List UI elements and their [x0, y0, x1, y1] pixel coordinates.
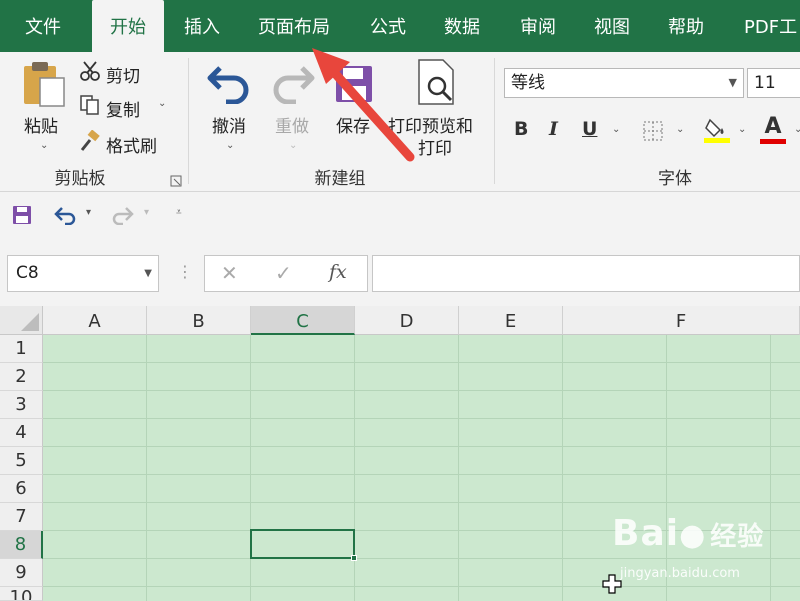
worksheet-grid: A B C D E F 1 2 3 4 5 6 7 8 9 10: [0, 306, 800, 601]
format-painter-icon[interactable]: [79, 129, 101, 156]
row-header[interactable]: 2: [0, 363, 43, 391]
font-color-glyph: A: [764, 114, 782, 139]
underline-dropdown-icon[interactable]: ⌄: [612, 124, 620, 135]
fill-handle[interactable]: [351, 555, 357, 561]
scissors-icon[interactable]: [79, 60, 101, 86]
undo-dropdown-icon[interactable]: ⌄: [226, 140, 234, 151]
insert-function-button[interactable]: fx: [329, 261, 347, 283]
row-header[interactable]: 1: [0, 335, 43, 363]
font-color-dropdown-icon[interactable]: ⌄: [794, 124, 800, 135]
column-header[interactable]: F: [563, 306, 800, 335]
undo-icon[interactable]: [54, 205, 78, 229]
tab-formulas[interactable]: 公式: [358, 0, 418, 52]
name-box[interactable]: C8 ▼: [7, 255, 159, 292]
column-header[interactable]: D: [355, 306, 459, 335]
font-name-value: 等线: [511, 73, 545, 93]
cut-label[interactable]: 剪切: [106, 62, 140, 87]
border-dropdown-icon[interactable]: ⌄: [676, 124, 684, 135]
vertical-dots-icon: ⋮: [177, 262, 193, 281]
row-header[interactable]: 8: [0, 531, 43, 559]
formula-input[interactable]: [372, 255, 800, 292]
redo-icon[interactable]: [270, 60, 316, 108]
row-header[interactable]: 7: [0, 503, 43, 531]
tab-review[interactable]: 审阅: [508, 0, 568, 52]
separator: [494, 58, 495, 184]
tab-home[interactable]: 开始: [92, 0, 164, 52]
watermark-logo: Bai● 经验: [612, 513, 764, 554]
ribbon: 粘贴 ⌄ 剪切 复制 ⌄ 格式刷 剪贴板 撤消 ⌄ 重做 ⌄ 保存 打印预览和 …: [0, 52, 800, 192]
redo-dropdown-icon[interactable]: ⌄: [289, 140, 297, 151]
tab-pdf-tools[interactable]: PDF工具: [732, 0, 800, 52]
font-name-box[interactable]: 等线 ▼: [504, 68, 744, 98]
enter-icon[interactable]: ✓: [275, 261, 292, 285]
font-group-label: 字体: [658, 169, 692, 189]
clipboard-group-label: 剪贴板: [54, 169, 106, 189]
border-icon[interactable]: [642, 120, 664, 146]
paste-icon[interactable]: [20, 60, 70, 114]
underline-button[interactable]: U: [582, 118, 597, 140]
quick-access-toolbar: ▾ ▾ ⩡: [0, 193, 800, 239]
font-size-value: 11: [754, 73, 776, 93]
paw-icon: ●: [679, 518, 707, 553]
tab-insert[interactable]: 插入: [172, 0, 232, 52]
column-header[interactable]: A: [43, 306, 147, 335]
cursor-icon: [602, 574, 622, 598]
name-box-value: C8: [16, 263, 39, 283]
tab-page-layout[interactable]: 页面布局: [246, 0, 342, 52]
chevron-down-icon[interactable]: ▼: [729, 69, 737, 97]
separator: [188, 58, 189, 184]
redo-label[interactable]: 重做: [275, 112, 309, 137]
font-size-box[interactable]: 11: [747, 68, 800, 98]
newgroup-group-label: 新建组: [314, 169, 366, 189]
active-cell[interactable]: [250, 529, 355, 559]
watermark-brand: Bai: [612, 513, 680, 554]
font-color-bar: [760, 139, 786, 144]
chevron-down-icon[interactable]: ▼: [144, 256, 152, 291]
redo-icon[interactable]: [110, 205, 134, 229]
copy-icon[interactable]: [79, 94, 101, 120]
row-header[interactable]: 9: [0, 559, 43, 587]
fill-color-dropdown-icon[interactable]: ⌄: [738, 124, 746, 135]
tab-data[interactable]: 数据: [432, 0, 492, 52]
copy-dropdown-icon[interactable]: ⌄: [158, 98, 166, 109]
watermark-brand2: 经验: [710, 522, 765, 552]
row-header[interactable]: 10: [0, 587, 43, 601]
print-preview-icon[interactable]: [415, 58, 459, 110]
italic-button[interactable]: I: [549, 118, 558, 140]
formula-bar: C8 ▼ ⋮ ✕ ✓ fx: [0, 240, 800, 306]
row-header[interactable]: 4: [0, 419, 43, 447]
tab-view[interactable]: 视图: [582, 0, 642, 52]
undo-icon[interactable]: [206, 60, 252, 108]
customize-qat-icon[interactable]: ⩡: [176, 207, 182, 218]
print-preview-label-line2[interactable]: 打印: [418, 134, 452, 159]
redo-dropdown-icon[interactable]: ▾: [144, 207, 149, 218]
save-icon[interactable]: [12, 205, 32, 229]
column-header[interactable]: C: [251, 306, 355, 335]
copy-label[interactable]: 复制: [106, 96, 140, 121]
tab-file[interactable]: 文件: [8, 0, 78, 52]
bold-button[interactable]: B: [514, 118, 528, 140]
paste-label[interactable]: 粘贴: [24, 112, 58, 137]
row-header[interactable]: 3: [0, 391, 43, 419]
tab-help[interactable]: 帮助: [656, 0, 716, 52]
column-header[interactable]: B: [147, 306, 251, 335]
undo-dropdown-icon[interactable]: ▾: [86, 207, 91, 218]
cancel-icon[interactable]: ✕: [221, 261, 238, 285]
save-icon[interactable]: [334, 64, 374, 108]
row-header[interactable]: 6: [0, 475, 43, 503]
undo-label[interactable]: 撤消: [212, 112, 246, 137]
select-all-button[interactable]: [0, 306, 43, 335]
dialog-launcher-icon[interactable]: [170, 172, 182, 191]
fill-color-icon[interactable]: [704, 116, 730, 148]
row-header[interactable]: 5: [0, 447, 43, 475]
column-header[interactable]: E: [459, 306, 563, 335]
save-label[interactable]: 保存: [336, 112, 370, 137]
menu-bar: 文件 开始 插入 页面布局 公式 数据 审阅 视图 帮助 PDF工具: [0, 0, 800, 52]
paste-dropdown-icon[interactable]: ⌄: [40, 140, 48, 151]
formula-controls: ✕ ✓ fx: [204, 255, 368, 292]
cell-area[interactable]: [43, 335, 800, 601]
format-painter-label[interactable]: 格式刷: [106, 132, 157, 157]
watermark-url: jingyan.baidu.com: [620, 566, 740, 581]
font-color-icon[interactable]: A: [760, 114, 786, 144]
